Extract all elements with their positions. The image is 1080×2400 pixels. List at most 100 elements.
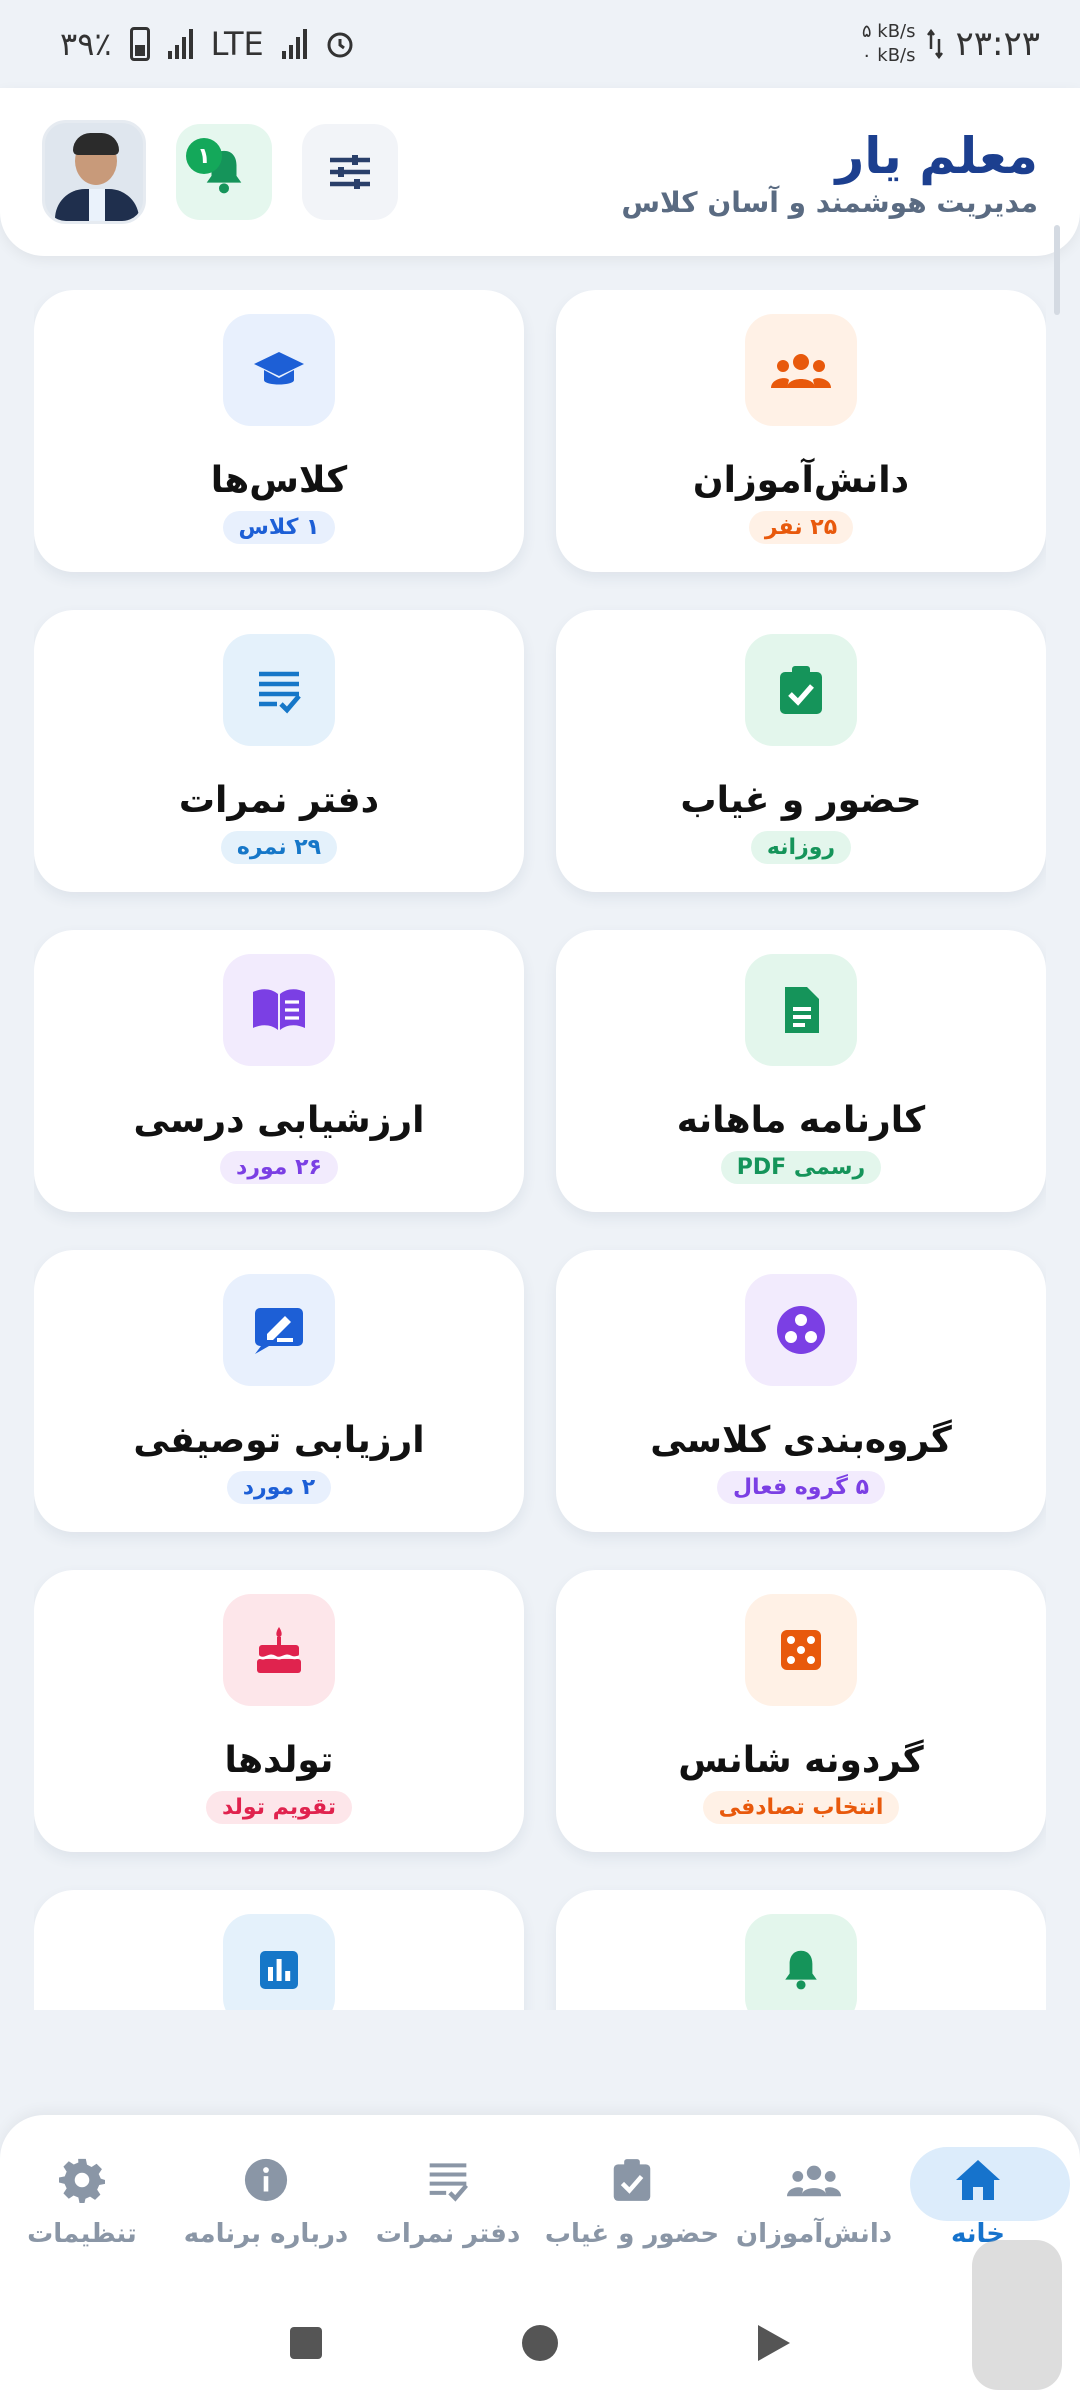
app-subtitle: مدیریت هوشمند و آسان کلاس [621, 185, 1038, 219]
card-icon-box [223, 634, 335, 746]
app-header: ۱ معلم یار مدیریت هوشمند و آسان کلاس [0, 88, 1080, 256]
card-title: دانش‌آموزان [692, 460, 910, 501]
card-icon-box [745, 954, 857, 1066]
document-icon [785, 987, 819, 1033]
book-icon [253, 989, 305, 1030]
card-title: دفتر نمرات [178, 780, 380, 821]
clipboard-check-icon [613, 2159, 651, 2201]
app-title: معلم یار [835, 126, 1038, 185]
battery-percent: ۳۹٪ [60, 25, 112, 63]
card-icon-box [223, 954, 335, 1066]
card-wheel-of-fortune[interactable]: گردونه شانس انتخاب تصادفی [556, 1570, 1046, 1852]
nav-icon-wrap [426, 2153, 470, 2207]
sliders-icon [330, 155, 370, 189]
nav-label: حضور و غیاب [544, 2219, 720, 2249]
users-icon [787, 2165, 841, 2197]
card-gradebook[interactable]: دفتر نمرات ۲۹ نمره [34, 610, 524, 892]
nav-icon-wrap [954, 2153, 1002, 2207]
bar-chart-icon [260, 1951, 298, 1989]
graduation-cap-icon [254, 352, 304, 385]
nav-settings[interactable]: تنظیمات [0, 2115, 172, 2285]
card-descriptive-assessment[interactable]: ارزیابی توصیفی ۲ مورد [34, 1250, 524, 1532]
back-button[interactable] [758, 2324, 790, 2361]
card-title: گردونه شانس [678, 1740, 924, 1781]
card-icon-box [745, 314, 857, 426]
nav-label: دفتر نمرات [375, 2219, 521, 2249]
card-badge: انتخاب تصادفی [702, 1791, 900, 1824]
card-title: حضور و غیاب [680, 780, 922, 821]
card-classes[interactable]: کلاس‌ها ۱ کلاس [34, 290, 524, 572]
card-title: تولدها [224, 1740, 334, 1781]
feature-grid: دانش‌آموزان ۲۵ نفر کلاس‌ها ۱ کلاس حضور و… [34, 290, 1046, 2010]
card-title: ارزشیابی درسی [133, 1100, 425, 1141]
dice-icon [781, 1630, 821, 1670]
card-icon-box [223, 1594, 335, 1706]
nav-about[interactable]: درباره برنامه [176, 2115, 356, 2285]
nav-label: تنظیمات [27, 2219, 137, 2249]
card-title: گروه‌بندی کلاسی [650, 1420, 952, 1461]
scroll-indicator[interactable] [1054, 225, 1060, 315]
card-icon-box [745, 1274, 857, 1386]
store-watermark-logo [972, 2240, 1062, 2390]
card-icon-box [745, 634, 857, 746]
nav-icon-wrap [243, 2153, 289, 2207]
data-transfer-icon [927, 29, 944, 59]
nav-icon-wrap [612, 2153, 652, 2207]
card-attendance[interactable]: حضور و غیاب روزانه [556, 610, 1046, 892]
status-bar: ۳۹٪ LTE ۵ kB/s ۰ kB/s ۲۳:۲۳ [0, 0, 1080, 88]
card-title: کلاس‌ها [210, 460, 348, 501]
card-icon-box [223, 1914, 335, 2010]
home-system-button[interactable] [522, 2324, 558, 2361]
card-title: ارزیابی توصیفی [133, 1420, 425, 1461]
card-badge: روزانه [750, 831, 852, 864]
recent-apps-button[interactable] [290, 2326, 322, 2359]
group-circle-icon [777, 1306, 825, 1354]
card-icon-box [223, 1274, 335, 1386]
clipboard-check-icon [780, 666, 822, 714]
grade-list-icon [429, 2163, 469, 2202]
card-badge: رسمی PDF [720, 1151, 882, 1184]
nav-gradebook[interactable]: دفتر نمرات [358, 2115, 538, 2285]
nav-label: دانش‌آموزان [735, 2219, 893, 2249]
card-badge: ۲۹ نمره [220, 831, 338, 864]
card-badge: ۵ گروه فعال [716, 1471, 886, 1504]
card-birthdays[interactable]: تولدها تقویم تولد [34, 1570, 524, 1852]
signal-icon [167, 29, 193, 59]
nav-label: درباره برنامه [183, 2219, 349, 2249]
card-icon-box [745, 1914, 857, 2010]
avatar[interactable] [42, 120, 146, 224]
card-icon-box [745, 1594, 857, 1706]
speed-up: ۵ kB/s [861, 21, 916, 42]
card-reminders[interactable] [556, 1890, 1046, 2010]
alarm-icon [327, 32, 353, 58]
card-lesson-evaluation[interactable]: ارزشیابی درسی ۲۶ مورد [34, 930, 524, 1212]
nav-icon-wrap [787, 2153, 841, 2207]
gear-icon [59, 2158, 105, 2203]
clock: ۲۳:۲۳ [955, 24, 1040, 64]
info-icon [244, 2158, 288, 2202]
card-badge: ۱ کلاس [222, 511, 336, 544]
edit-note-icon [255, 1308, 303, 1354]
notifications-button[interactable]: ۱ [176, 124, 272, 220]
card-students[interactable]: دانش‌آموزان ۲۵ نفر [556, 290, 1046, 572]
card-icon-box [223, 314, 335, 426]
home-icon [956, 2160, 1000, 2200]
bell-icon [785, 1950, 817, 1990]
card-title: کارنامه ماهانه [676, 1100, 926, 1141]
filter-settings-button[interactable] [302, 124, 398, 220]
system-navigation-bar [0, 2285, 1080, 2400]
card-badge: تقویم تولد [205, 1791, 353, 1824]
header-actions: ۱ [42, 120, 398, 224]
nav-attendance[interactable]: حضور و غیاب [542, 2115, 722, 2285]
notification-count-badge: ۱ [186, 138, 222, 174]
card-badge: ۲ مورد [226, 1471, 332, 1504]
card-monthly-report[interactable]: کارنامه ماهانه رسمی PDF [556, 930, 1046, 1212]
speed-down: ۰ kB/s [861, 45, 916, 66]
network-speed: ۵ kB/s ۰ kB/s [862, 20, 916, 68]
card-statistics[interactable] [34, 1890, 524, 2010]
grade-list-icon [259, 671, 301, 714]
network-type: LTE [210, 25, 264, 63]
nav-icon-wrap [59, 2153, 105, 2207]
card-class-grouping[interactable]: گروه‌بندی کلاسی ۵ گروه فعال [556, 1250, 1046, 1532]
nav-students[interactable]: دانش‌آموزان [724, 2115, 904, 2285]
